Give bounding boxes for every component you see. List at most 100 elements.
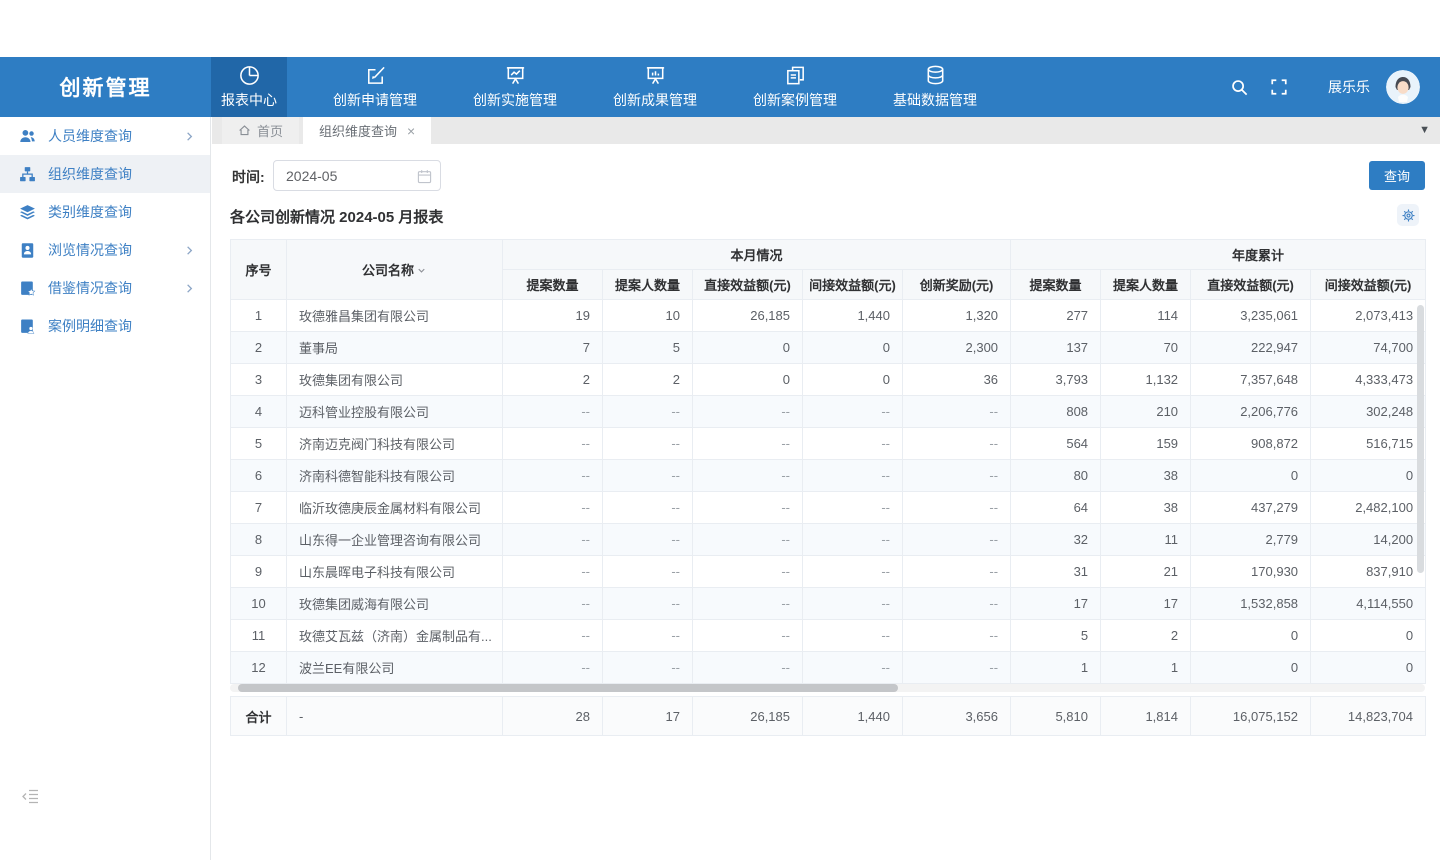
nav-item-report-center[interactable]: 报表中心 — [211, 57, 287, 117]
gear-icon[interactable] — [1397, 204, 1419, 226]
nav-item-base-data[interactable]: 基础数据管理 — [883, 57, 987, 117]
value-cell: 808 — [1011, 396, 1101, 428]
tab-home[interactable]: 首页 — [222, 117, 299, 144]
sidebar-item-person-dimension[interactable]: 人员维度查询 — [0, 117, 210, 155]
table-row: 12波兰EE有限公司----------1100 — [231, 652, 1426, 684]
value-cell: -- — [503, 492, 603, 524]
value-cell: -- — [903, 396, 1011, 428]
sidebar-item-org-dimension[interactable]: 组织维度查询 — [0, 155, 210, 193]
query-toolbar: 时间: 查询 — [230, 160, 1425, 191]
nav-item-label: 创新申请管理 — [333, 90, 417, 110]
value-cell: 0 — [1191, 652, 1311, 684]
value-cell: 516,715 — [1311, 428, 1426, 460]
sidebar-item-browse-status[interactable]: 浏览情况查询 — [0, 231, 210, 269]
page: 创新管理 报表中心 创新申请管理 创新实施管理 — [0, 0, 1440, 860]
fullscreen-icon[interactable] — [1270, 78, 1288, 96]
total-company-cell: - — [287, 697, 503, 736]
value-cell: -- — [693, 396, 803, 428]
value-cell: -- — [693, 492, 803, 524]
doc-person-icon — [19, 318, 36, 335]
sidebar-collapse-icon[interactable] — [21, 789, 39, 804]
total-value-cell: 5,810 — [1011, 697, 1101, 736]
close-icon[interactable]: × — [407, 124, 415, 138]
table-row: 8山东得一企业管理咨询有限公司----------32112,77914,200 — [231, 524, 1426, 556]
value-cell: 2 — [1101, 620, 1191, 652]
tab-label: 组织维度查询 — [319, 121, 397, 140]
value-cell: -- — [693, 620, 803, 652]
value-cell: 908,872 — [1191, 428, 1311, 460]
value-cell: -- — [693, 556, 803, 588]
username[interactable]: 展乐乐 — [1328, 77, 1370, 97]
company-name-cell: 玫德集团威海有限公司 — [287, 588, 503, 620]
company-name-cell: 玫德集团有限公司 — [287, 364, 503, 396]
column-header-company[interactable]: 公司名称 — [287, 240, 503, 300]
value-cell: -- — [503, 460, 603, 492]
nav-item-innovation-implement[interactable]: 创新实施管理 — [463, 57, 567, 117]
sidebar-item-label: 类别维度查询 — [48, 202, 196, 222]
nav-item-innovation-results[interactable]: 创新成果管理 — [603, 57, 707, 117]
value-cell: 1,132 — [1101, 364, 1191, 396]
horizontal-scrollbar[interactable] — [230, 684, 1425, 692]
vertical-scrollbar-thumb[interactable] — [1417, 305, 1424, 573]
avatar[interactable] — [1386, 70, 1420, 104]
seq-cell: 5 — [231, 428, 287, 460]
value-cell: 0 — [1311, 620, 1426, 652]
nav-item-label: 创新实施管理 — [473, 90, 557, 110]
table-row: 3玫德集团有限公司2200363,7931,1327,357,6484,333,… — [231, 364, 1426, 396]
search-icon[interactable] — [1230, 78, 1248, 96]
presentation-chart-icon — [644, 64, 667, 87]
sidebar-item-case-detail[interactable]: 案例明细查询 — [0, 307, 210, 345]
value-cell: 64 — [1011, 492, 1101, 524]
value-cell: 70 — [1101, 332, 1191, 364]
sidebar-item-label: 借鉴情况查询 — [48, 278, 183, 298]
value-cell: -- — [903, 556, 1011, 588]
total-row: 合计 - 281726,1851,4403,6565,8101,81416,07… — [231, 697, 1426, 736]
company-name-cell: 济南科德智能科技有限公司 — [287, 460, 503, 492]
sidebar-item-reference-status[interactable]: 借鉴情况查询 — [0, 269, 210, 307]
value-cell: 137 — [1011, 332, 1101, 364]
value-cell: 0 — [1191, 460, 1311, 492]
query-button[interactable]: 查询 — [1369, 161, 1425, 190]
value-cell: 80 — [1011, 460, 1101, 492]
value-cell: -- — [903, 460, 1011, 492]
nav-item-innovation-cases[interactable]: 创新案例管理 — [743, 57, 847, 117]
nav-item-innovation-apply[interactable]: 创新申请管理 — [323, 57, 427, 117]
value-cell: 302,248 — [1311, 396, 1426, 428]
value-cell: 2,300 — [903, 332, 1011, 364]
value-cell: -- — [903, 652, 1011, 684]
value-cell: 0 — [803, 364, 903, 396]
company-name-cell: 山东得一企业管理咨询有限公司 — [287, 524, 503, 556]
sidebar-item-label: 案例明细查询 — [48, 316, 196, 336]
value-cell: 837,910 — [1311, 556, 1426, 588]
nav-item-label: 报表中心 — [221, 90, 277, 110]
date-input[interactable] — [274, 161, 440, 190]
value-cell: -- — [693, 428, 803, 460]
value-cell: 2,779 — [1191, 524, 1311, 556]
sidebar-item-category-dimension[interactable]: 类别维度查询 — [0, 193, 210, 231]
value-cell: 437,279 — [1191, 492, 1311, 524]
vertical-scrollbar[interactable] — [1416, 303, 1424, 697]
horizontal-scrollbar-thumb[interactable] — [238, 684, 898, 692]
doc-star-icon — [19, 280, 36, 297]
column-header-seq: 序号 — [231, 240, 287, 300]
column-header-label: 公司名称 — [362, 263, 414, 278]
report-title-row: 各公司创新情况 2024-05 月报表 — [230, 206, 1425, 227]
column-header: 创新奖励(元) — [903, 270, 1011, 300]
value-cell: -- — [803, 652, 903, 684]
company-name-cell: 济南迈克阀门科技有限公司 — [287, 428, 503, 460]
tab-bar: 首页 组织维度查询 × ▼ — [212, 117, 1440, 144]
value-cell: 38 — [1101, 492, 1191, 524]
value-cell: 114 — [1101, 300, 1191, 332]
value-cell: 0 — [693, 364, 803, 396]
value-cell: -- — [803, 396, 903, 428]
tab-label: 首页 — [257, 121, 283, 140]
column-header: 直接效益额(元) — [693, 270, 803, 300]
tab-options-caret-icon[interactable]: ▼ — [1419, 124, 1430, 136]
badge-icon — [19, 242, 36, 259]
calendar-icon[interactable] — [417, 169, 432, 184]
sort-caret-icon[interactable] — [416, 265, 427, 276]
tab-org-dimension[interactable]: 组织维度查询 × — [303, 117, 431, 144]
sidebar: 人员维度查询 组织维度查询 类别维度查询 浏览情况查询 — [0, 117, 211, 860]
value-cell: 0 — [693, 332, 803, 364]
value-cell: 4,333,473 — [1311, 364, 1426, 396]
